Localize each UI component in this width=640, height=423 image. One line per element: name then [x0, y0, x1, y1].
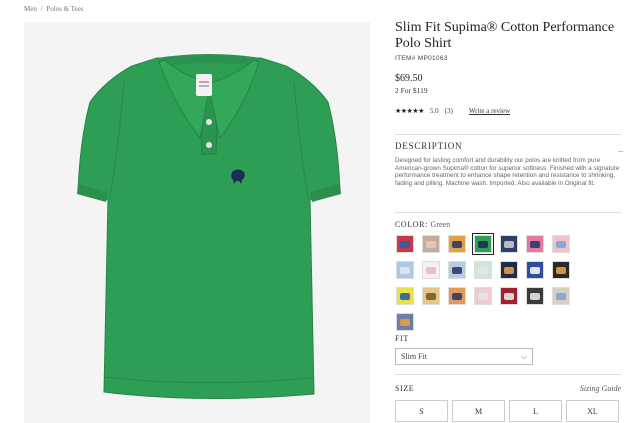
breadcrumb-link-men[interactable]: Men — [24, 5, 37, 13]
rating-value: 5.0 — [429, 107, 439, 115]
fleece-logo-icon — [400, 318, 410, 326]
chevron-down-icon: ⌵ — [520, 351, 527, 361]
fleece-logo-icon — [530, 240, 540, 248]
fleece-logo-icon — [504, 240, 514, 248]
polo-shirt-illustration — [77, 54, 341, 400]
color-swatch-grid — [396, 233, 574, 331]
breadcrumb-separator: / — [40, 5, 43, 13]
review-count[interactable]: (3) — [445, 107, 453, 115]
fleece-logo-icon — [478, 292, 488, 300]
sizing-guide-link[interactable]: Sizing Guide — [580, 384, 621, 393]
fleece-logo-icon — [452, 240, 462, 248]
product-image[interactable] — [24, 22, 370, 423]
item-number: ITEM# MP01063 — [395, 55, 448, 62]
fleece-logo-icon — [556, 266, 566, 274]
color-swatch[interactable] — [474, 261, 492, 279]
collapse-description-icon[interactable]: – — [619, 146, 624, 156]
size-button-m[interactable]: M — [452, 400, 505, 422]
fit-label: FIT — [395, 334, 409, 343]
color-swatch[interactable] — [526, 235, 544, 253]
color-swatch[interactable] — [422, 287, 440, 305]
color-label-text: COLOR: — [395, 220, 428, 229]
divider — [395, 212, 621, 213]
fleece-logo-icon — [556, 292, 566, 300]
color-swatch[interactable] — [448, 287, 466, 305]
promo-text: 2 For $119 — [395, 86, 428, 95]
color-swatch[interactable] — [448, 261, 466, 279]
size-button-s[interactable]: S — [395, 400, 448, 422]
color-swatch[interactable] — [396, 235, 414, 253]
fleece-logo-icon — [504, 292, 514, 300]
fleece-logo-icon — [556, 240, 566, 248]
fleece-logo-icon — [452, 292, 462, 300]
fleece-logo-icon — [452, 266, 462, 274]
fleece-logo-icon — [400, 240, 410, 248]
fit-selected-value: Slim Fit — [401, 352, 428, 361]
color-swatch[interactable] — [500, 287, 518, 305]
fleece-logo-icon — [426, 292, 436, 300]
size-button-l[interactable]: L — [509, 400, 562, 422]
divider — [395, 374, 621, 375]
color-label: COLOR: Green — [395, 220, 450, 229]
color-swatch[interactable] — [422, 235, 440, 253]
color-swatch[interactable] — [526, 261, 544, 279]
size-options: S M L XL — [395, 400, 619, 422]
rating-stars[interactable]: ★★★★★ — [395, 107, 424, 115]
fit-dropdown[interactable]: Slim Fit ⌵ — [395, 348, 533, 365]
rating-row: ★★★★★ 5.0 (3) Write a review — [395, 107, 595, 115]
divider — [395, 134, 621, 135]
product-info: Slim Fit Supima® Cotton Performance Polo… — [395, 20, 625, 422]
color-swatch[interactable] — [552, 261, 570, 279]
color-swatch[interactable] — [396, 287, 414, 305]
color-swatch[interactable] — [526, 287, 544, 305]
color-swatch[interactable] — [500, 261, 518, 279]
color-swatch[interactable] — [500, 235, 518, 253]
size-label: SIZE — [395, 384, 415, 393]
fleece-logo-icon — [504, 266, 514, 274]
product-price: $69.50 — [395, 73, 423, 84]
fleece-logo-icon — [478, 240, 488, 248]
size-button-xl[interactable]: XL — [566, 400, 619, 422]
color-swatch[interactable] — [396, 261, 414, 279]
write-review-link[interactable]: Write a review — [469, 107, 510, 115]
color-swatch[interactable] — [472, 233, 494, 255]
fleece-logo-icon — [530, 292, 540, 300]
description-heading[interactable]: DESCRIPTION — [395, 141, 462, 151]
fleece-logo-icon — [530, 266, 540, 274]
color-swatch[interactable] — [422, 261, 440, 279]
description-text: Designed for lasting comfort and durabil… — [395, 157, 620, 187]
color-swatch[interactable] — [552, 287, 570, 305]
color-swatch[interactable] — [552, 235, 570, 253]
color-swatch[interactable] — [396, 313, 414, 331]
color-swatch[interactable] — [474, 287, 492, 305]
color-swatch[interactable] — [448, 235, 466, 253]
fleece-logo-icon — [400, 266, 410, 274]
breadcrumb: Men / Polos & Tees — [24, 5, 85, 13]
selected-color-name: Green — [430, 220, 451, 229]
breadcrumb-link-polos-tees[interactable]: Polos & Tees — [46, 5, 83, 13]
fleece-logo-icon — [478, 266, 488, 274]
product-title: Slim Fit Supima® Cotton Performance Polo… — [395, 20, 615, 51]
fleece-logo-icon — [400, 292, 410, 300]
fleece-logo-icon — [426, 266, 436, 274]
fleece-logo-icon — [426, 240, 436, 248]
